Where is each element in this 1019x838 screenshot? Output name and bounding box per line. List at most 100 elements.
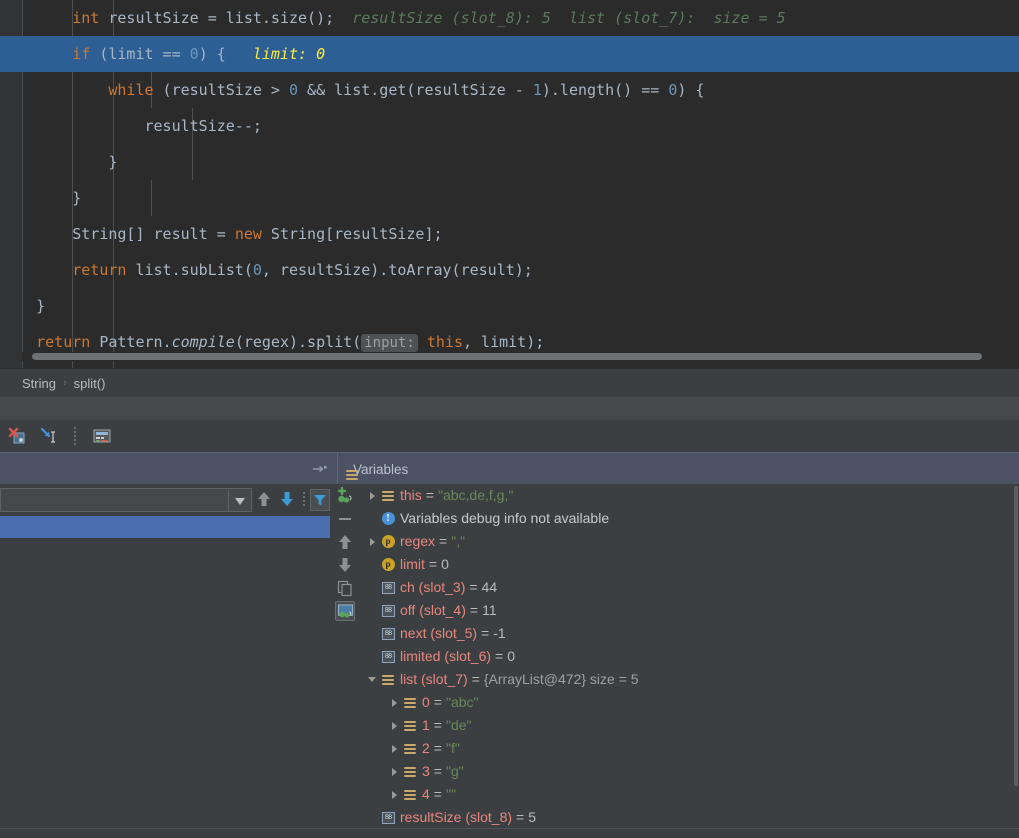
expander-placeholder (364, 576, 380, 599)
code-line[interactable]: } (0, 144, 1019, 180)
add-watch-icon[interactable] (335, 486, 355, 506)
code-line-text: while (resultSize > 0 && list.get(result… (108, 81, 705, 99)
variable-row[interactable]: 4 = "" (356, 783, 1013, 806)
remove-watch-icon[interactable] (335, 509, 355, 529)
evaluate-expression-icon[interactable] (92, 426, 112, 446)
variable-equals: = (433, 786, 442, 802)
watches-frames-panel[interactable] (0, 484, 331, 838)
primitive-icon: 88 (380, 811, 396, 824)
filter-icon[interactable] (309, 489, 331, 511)
variables-scrollbar-track[interactable] (1013, 484, 1019, 838)
chevron-down-icon[interactable] (228, 490, 250, 512)
list-icon (402, 789, 418, 801)
variable-name: 4 (422, 786, 430, 802)
nav-up-icon[interactable] (256, 490, 274, 510)
chevron-right-icon[interactable] (386, 760, 402, 783)
code-line[interactable]: } (0, 288, 1019, 324)
variable-row[interactable]: 1 = "de" (356, 714, 1013, 737)
expander-placeholder (364, 507, 380, 530)
frame-selected-row[interactable] (0, 516, 330, 538)
breadcrumb-item-method[interactable]: split() (74, 376, 106, 391)
frames-nav-toolbar[interactable] (256, 484, 331, 516)
move-down-icon[interactable] (335, 555, 355, 575)
code-line[interactable]: } (0, 180, 1019, 216)
variables-scrollbar-thumb[interactable] (1014, 486, 1018, 786)
expander-placeholder (364, 553, 380, 576)
variable-value: {ArrayList@472} size = 5 (483, 671, 639, 687)
variable-row[interactable]: this = "abc,de,f,g," (356, 484, 1013, 507)
variable-row[interactable]: p regex = "," (356, 530, 1013, 553)
code-line[interactable]: return Pattern.compile(regex).split(inpu… (0, 324, 1019, 360)
copy-icon[interactable] (335, 578, 355, 598)
chevron-right-icon[interactable] (386, 783, 402, 806)
variable-equals: = (433, 740, 442, 756)
variable-row[interactable]: 88 next (slot_5) = -1 (356, 622, 1013, 645)
variable-name: next (slot_5) (400, 625, 478, 641)
variable-value: "abc" (445, 694, 479, 710)
code-lines[interactable]: int resultSize = list.size(); resultSize… (0, 0, 1019, 352)
variable-row[interactable]: p limit = 0 (356, 553, 1013, 576)
chevron-right-icon[interactable] (386, 691, 402, 714)
move-up-icon[interactable] (335, 532, 355, 552)
list-icon (380, 490, 396, 502)
code-line-text: } (0, 297, 46, 315)
mute-breakpoints-icon[interactable] (8, 426, 28, 446)
variable-value: 5 (528, 809, 537, 825)
variables-tree[interactable]: this = "abc,de,f,g,"! Variables debug info … (356, 484, 1013, 838)
code-line[interactable]: String[] result = new String[resultSize]… (0, 216, 1019, 252)
code-line[interactable]: return list.subList(0, resultSize).toArr… (0, 252, 1019, 288)
variable-row[interactable]: 88 limited (slot_6) = 0 (356, 645, 1013, 668)
run-to-cursor-icon[interactable] (38, 426, 58, 446)
variable-equals: = (469, 602, 479, 618)
frame-selector-combo[interactable] (0, 488, 252, 512)
expander-placeholder (364, 622, 380, 645)
code-editor[interactable]: int resultSize = list.size(); resultSize… (0, 0, 1019, 368)
variable-value: "g" (445, 763, 464, 779)
variable-row[interactable]: 2 = "f" (356, 737, 1013, 760)
primitive-icon: 88 (380, 581, 396, 594)
code-line-text: return Pattern.compile(regex).split(inpu… (36, 333, 545, 352)
code-line-text: String[] result = new String[resultSize]… (0, 225, 443, 243)
debugger-toolbar[interactable] (0, 420, 1019, 452)
variable-value: 44 (481, 579, 498, 595)
chevron-right-icon[interactable] (364, 530, 380, 553)
variable-row[interactable]: ! Variables debug info not available (356, 507, 1013, 530)
code-line-text: if (limit == 0) { limit: 0 (72, 45, 326, 63)
variables-tabbar[interactable]: Variables (0, 452, 1019, 485)
variable-row[interactable]: 88 resultSize (slot_8) = 5 (356, 806, 1013, 829)
breadcrumb-item-class[interactable]: String (22, 376, 56, 391)
code-line-text: } (0, 189, 82, 207)
variable-row[interactable]: list (slot_7) = {ArrayList@472} size = 5 (356, 668, 1013, 691)
variable-row[interactable]: 88 ch (slot_3) = 44 (356, 576, 1013, 599)
chevron-down-icon[interactable] (364, 668, 380, 691)
watches-toggle-icon[interactable] (335, 601, 355, 621)
variable-value: "f" (445, 740, 460, 756)
chevron-right-icon[interactable] (386, 714, 402, 737)
variable-value: "," (451, 533, 466, 549)
variable-row[interactable]: 88 off (slot_4) = 11 (356, 599, 1013, 622)
code-line[interactable]: int resultSize = list.size(); resultSize… (0, 0, 1019, 36)
code-line[interactable]: resultSize--; (0, 108, 1019, 144)
breadcrumb[interactable]: String › split() (0, 368, 1019, 397)
variable-row[interactable]: 0 = "abc" (356, 691, 1013, 714)
variable-name: 1 (422, 717, 430, 733)
chevron-right-icon[interactable] (364, 484, 380, 507)
variable-row[interactable]: 3 = "g" (356, 760, 1013, 783)
code-line[interactable]: if (limit == 0) { limit: 0 (0, 36, 1019, 72)
list-icon (402, 743, 418, 755)
variable-equals: = (469, 579, 478, 595)
nav-down-icon[interactable] (279, 490, 297, 510)
variable-name: regex (400, 533, 436, 549)
parameter-icon: p (380, 535, 396, 548)
settings-arrow-icon[interactable] (312, 462, 328, 476)
variable-equals: = (516, 809, 525, 825)
status-bar[interactable] (0, 828, 1019, 838)
code-line[interactable]: while (resultSize > 0 && list.get(result… (0, 72, 1019, 108)
expander-placeholder (364, 599, 380, 622)
variable-name: 3 (422, 763, 430, 779)
parameter-icon: p (380, 558, 396, 571)
variable-name: off (slot_4) (400, 602, 466, 618)
tab-variables[interactable]: Variables (337, 453, 420, 485)
watches-action-strip[interactable] (334, 484, 356, 838)
chevron-right-icon[interactable] (386, 737, 402, 760)
